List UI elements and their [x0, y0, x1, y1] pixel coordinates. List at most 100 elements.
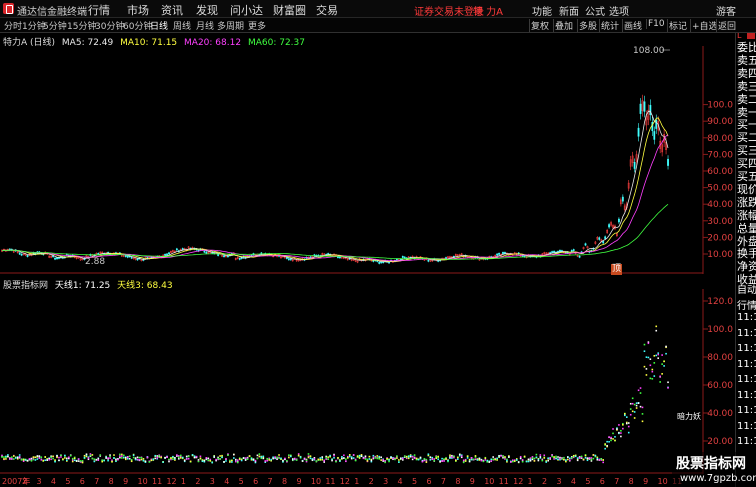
toolbar-button[interactable]: 复权 [529, 19, 550, 32]
indicator-mark [490, 460, 493, 462]
period-tab[interactable]: 15分钟 [67, 19, 96, 32]
indicator-chart[interactable]: 120.0 100.0 80.00 60.00 40.00 20.00 [0, 289, 735, 474]
indicator-mark [458, 453, 461, 456]
indicator-mark [5, 455, 7, 458]
indicator-mark [539, 454, 542, 456]
toolbar-button[interactable]: 返回 [716, 19, 737, 32]
menu-item[interactable]: 交易 [316, 2, 338, 18]
toolbar-button[interactable]: 叠加 [553, 19, 574, 32]
indicator-mark [653, 375, 656, 377]
indicator-mark [360, 455, 363, 458]
indicator-mark [121, 457, 123, 459]
indicator-mark [627, 431, 630, 434]
period-tab[interactable]: 5分钟 [43, 19, 67, 32]
indicator-mark [659, 375, 661, 378]
indicator-mark [343, 454, 345, 457]
indicator-mark [183, 459, 186, 462]
right-menu-item[interactable]: 选项 [609, 3, 629, 18]
indicator-mark [325, 456, 327, 459]
toolbar-button[interactable]: 画线 [622, 19, 643, 32]
candle-body [166, 253, 168, 256]
period-tab[interactable]: 月线 [196, 19, 214, 32]
menu-item[interactable]: 市场 [127, 2, 149, 18]
indicator-mark [651, 368, 654, 371]
toolbar-button[interactable]: +自选 [690, 19, 719, 32]
indicator-mark [643, 365, 646, 368]
time-axis-label: 6 [80, 477, 85, 486]
right-menu-item[interactable]: 功能 [532, 3, 552, 18]
indicator-mark [236, 461, 239, 464]
time-axis-label: 10 [311, 477, 321, 486]
candle-body [18, 252, 21, 255]
indicator-mark [421, 460, 424, 463]
price-axis-label: 60.00 [707, 167, 733, 177]
indicator-mark [189, 460, 192, 463]
period-tab[interactable]: 分时 [4, 19, 22, 32]
indicator-mark [166, 456, 168, 458]
indicator-mark [229, 461, 231, 463]
indicator-mark [462, 461, 465, 464]
indicator-mark [423, 457, 426, 460]
indicator-mark [9, 458, 11, 460]
period-tab[interactable]: 60分钟 [123, 19, 152, 32]
indicator-mark [614, 436, 616, 438]
indicator-mark [221, 456, 223, 459]
toolbar-button[interactable]: 多股 [577, 19, 598, 32]
indicator-mark [32, 458, 35, 461]
indicator-mark [647, 342, 650, 345]
candle-body [217, 254, 220, 256]
period-tab[interactable]: 日线 [150, 19, 168, 32]
indicator-mark [83, 456, 86, 459]
menu-item[interactable]: 问小达 [230, 2, 263, 18]
indicator-mark [620, 435, 622, 438]
toolbar-button[interactable]: 统计 [599, 19, 620, 32]
indicator-mark [331, 459, 333, 462]
period-tab[interactable]: 30分钟 [95, 19, 124, 32]
price-chart[interactable]: 100.0 90.00 80.00 70.00 60.00 50.00 40.00 30.00… [0, 46, 735, 274]
period-tab[interactable]: 周线 [173, 19, 191, 32]
period-tab[interactable]: 更多 [248, 19, 266, 32]
indicator-mark [559, 456, 561, 459]
indicator-mark [631, 410, 634, 413]
indicator-mark [154, 457, 157, 460]
period-tab[interactable]: 多周期 [217, 19, 244, 32]
indicator-mark [254, 459, 257, 462]
indicator-mark [468, 460, 471, 463]
menu-item[interactable]: 财富圈 [273, 2, 306, 18]
menu-item[interactable]: 资讯 [161, 2, 183, 18]
sub-axis-label: 100.0 [707, 325, 733, 335]
indicator-mark [629, 413, 632, 416]
indicator-mark [117, 458, 119, 461]
candle-body [403, 256, 406, 259]
indicator-mark [199, 455, 202, 458]
right-menu-item[interactable]: 新面 [559, 3, 579, 18]
indicator-mark [576, 459, 579, 462]
indicator-mark [631, 402, 634, 405]
indicator-mark [437, 455, 439, 458]
user-label[interactable]: 游客 [716, 3, 736, 18]
candle-body [56, 257, 58, 260]
indicator-mark [235, 458, 237, 461]
indicator-mark [386, 457, 388, 460]
indicator-mark [521, 460, 524, 463]
toolbar-button[interactable]: 标记 [667, 19, 688, 32]
indicator-mark [663, 360, 665, 363]
indicator-mark [115, 458, 117, 461]
indicator-mark [138, 459, 141, 461]
indicator-mark [388, 460, 390, 463]
side-panel-tick: 11:1 [737, 312, 756, 323]
indicator-mark [606, 444, 608, 447]
indicator-mark [291, 458, 294, 460]
indicator-mark [335, 460, 337, 463]
candle-body [54, 257, 56, 260]
indicator-mark [282, 459, 284, 462]
right-menu-item[interactable]: 公式 [585, 3, 605, 18]
menu-item[interactable]: 发现 [196, 2, 218, 18]
indicator-mark [309, 457, 312, 460]
candle-body [639, 103, 642, 114]
menu-item[interactable]: 行情 [88, 2, 110, 18]
indicator-mark [160, 456, 162, 459]
indicator-mark [315, 460, 318, 463]
toolbar-button[interactable]: F10 [646, 19, 666, 29]
time-axis-label: 8 [282, 477, 287, 486]
